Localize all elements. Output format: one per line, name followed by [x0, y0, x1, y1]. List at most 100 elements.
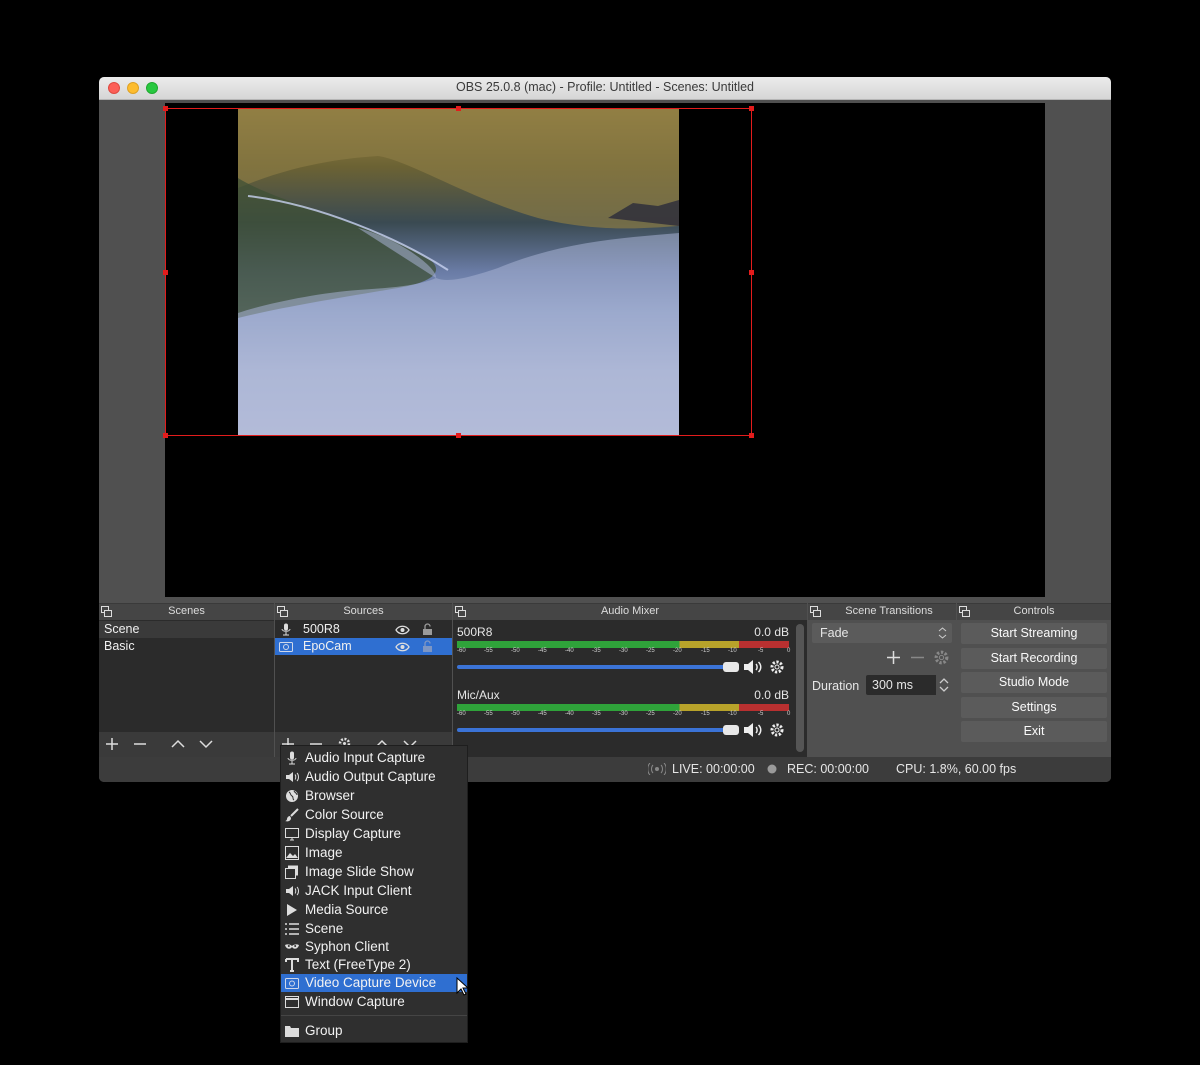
source-item[interactable]: 500R8 [275, 621, 452, 638]
status-bar: LIVE: 00:00:00 REC: 00:00:00 CPU: 1.8%, … [99, 757, 1111, 782]
tick-label: -15 [701, 711, 710, 717]
resize-handle[interactable] [749, 433, 754, 438]
eye-visibility-icon[interactable] [395, 625, 410, 635]
menu-item-media-source[interactable]: Media Source [281, 901, 467, 919]
transition-properties-gear-icon[interactable] [933, 649, 950, 666]
scene-transitions-panel: Fade Duration 300 ms [808, 620, 956, 757]
tick-label: -55 [484, 711, 493, 717]
source-bounding-box[interactable] [165, 108, 752, 436]
resize-handle[interactable] [749, 106, 754, 111]
cpu-fps-readout: CPU: 1.8%, 60.00 fps [896, 762, 1017, 776]
audio-mixer-dock-title: Audio Mixer [600, 605, 660, 617]
menu-item-browser[interactable]: Browser [281, 787, 467, 805]
eye-visibility-icon[interactable] [395, 642, 410, 652]
controls-dock-title: Controls [1013, 605, 1055, 617]
menu-item-label: Window Capture [305, 994, 405, 1009]
title-bar[interactable]: OBS 25.0.8 (mac) - Profile: Untitled - S… [99, 77, 1111, 100]
scenes-dock-title: Scenes [168, 605, 205, 617]
menu-item-label: Audio Output Capture [305, 769, 436, 784]
move-up-chevron-icon[interactable] [171, 737, 185, 751]
resize-handle[interactable] [163, 106, 168, 111]
sources-list: 500R8 EpoCam [275, 620, 452, 732]
transition-select[interactable]: Fade [812, 623, 952, 643]
move-down-chevron-icon[interactable] [199, 737, 213, 751]
scene-transitions-dock-header: Scene Transitions [808, 603, 956, 620]
resize-handle[interactable] [749, 270, 754, 275]
add-scene-plus-icon[interactable] [105, 737, 119, 751]
resize-handle[interactable] [163, 270, 168, 275]
start-streaming-button[interactable]: Start Streaming [961, 623, 1107, 644]
exit-button[interactable]: Exit [961, 721, 1107, 742]
select-arrows-icon [938, 627, 947, 639]
volume-slider-knob[interactable] [723, 725, 739, 735]
tick-label: -40 [565, 711, 574, 717]
audio-settings-gear-icon[interactable] [769, 722, 785, 738]
menu-item-image[interactable]: Image [281, 844, 467, 862]
menu-item-label: Color Source [305, 807, 384, 822]
list-icon [285, 923, 299, 935]
remove-transition-minus-icon[interactable] [910, 650, 925, 665]
channel-name: Mic/Aux [457, 688, 500, 702]
menu-item-group[interactable]: Group [281, 1022, 467, 1040]
stepper-arrows-icon[interactable] [939, 677, 949, 693]
tick-label: -30 [619, 711, 628, 717]
menu-item-jack-input-client[interactable]: JACK Input Client [281, 882, 467, 900]
menu-item-syphon-client[interactable]: Syphon Client [281, 938, 467, 956]
menu-item-label: Media Source [305, 902, 389, 917]
source-item-selected[interactable]: EpoCam [275, 638, 452, 655]
menu-item-label: Image [305, 845, 343, 860]
tick-label: -20 [673, 648, 682, 654]
settings-button[interactable]: Settings [961, 697, 1107, 718]
microphone-icon [281, 623, 291, 636]
resize-handle[interactable] [163, 433, 168, 438]
menu-item-audio-output-capture[interactable]: Audio Output Capture [281, 768, 467, 786]
tick-label: -10 [728, 648, 737, 654]
undock-icon[interactable] [810, 606, 821, 617]
menu-item-text-freetype-2[interactable]: Text (FreeType 2) [281, 956, 467, 974]
menu-item-image-slide-show[interactable]: Image Slide Show [281, 863, 467, 881]
camera-icon [285, 978, 299, 989]
menu-separator [281, 1015, 467, 1016]
volume-slider[interactable] [457, 728, 737, 732]
add-transition-plus-icon[interactable] [886, 650, 901, 665]
audio-settings-gear-icon[interactable] [769, 659, 785, 675]
menu-item-color-source[interactable]: Color Source [281, 806, 467, 824]
scene-item[interactable]: Scene [99, 621, 274, 638]
volume-slider-knob[interactable] [723, 662, 739, 672]
duration-spinbox[interactable]: 300 ms [866, 675, 952, 695]
obs-window: OBS 25.0.8 (mac) - Profile: Untitled - S… [99, 77, 1111, 782]
tick-label: -5 [758, 711, 764, 717]
tick-label: -50 [511, 711, 520, 717]
menu-item-label: Audio Input Capture [305, 750, 426, 765]
menu-item-video-capture-device-selected[interactable]: Video Capture Device [281, 974, 467, 992]
menu-item-display-capture[interactable]: Display Capture [281, 825, 467, 843]
start-recording-button[interactable]: Start Recording [961, 648, 1107, 669]
tick-label: -55 [484, 648, 493, 654]
globe-icon [286, 790, 298, 802]
scenes-list: Scene Basic [99, 620, 274, 732]
volume-slider[interactable] [457, 665, 737, 669]
tick-label: 0 [787, 711, 791, 717]
remove-scene-minus-icon[interactable] [133, 737, 147, 751]
microphone-icon [287, 751, 297, 765]
duration-stepper[interactable] [936, 675, 952, 695]
tick-label: -35 [592, 711, 601, 717]
unlocked-padlock-icon[interactable] [422, 623, 433, 636]
resize-handle[interactable] [456, 433, 461, 438]
resize-handle[interactable] [456, 106, 461, 111]
folder-icon [285, 1026, 299, 1037]
speaker-mute-icon[interactable] [743, 659, 763, 675]
tick-label: -15 [701, 648, 710, 654]
scene-item[interactable]: Basic [99, 638, 274, 655]
unlocked-padlock-icon[interactable] [422, 640, 433, 653]
tick-label: 0 [787, 648, 791, 654]
mixer-scrollbar[interactable] [796, 624, 804, 752]
studio-mode-button[interactable]: Studio Mode [961, 672, 1107, 693]
menu-item-audio-input-capture[interactable]: Audio Input Capture [281, 749, 467, 767]
menu-item-window-capture[interactable]: Window Capture [281, 993, 467, 1011]
rec-timer: REC: 00:00:00 [787, 762, 869, 776]
speaker-mute-icon[interactable] [743, 722, 763, 738]
menu-item-scene[interactable]: Scene [281, 920, 467, 938]
preview-canvas[interactable] [163, 103, 1045, 597]
tick-label: -5 [758, 648, 764, 654]
